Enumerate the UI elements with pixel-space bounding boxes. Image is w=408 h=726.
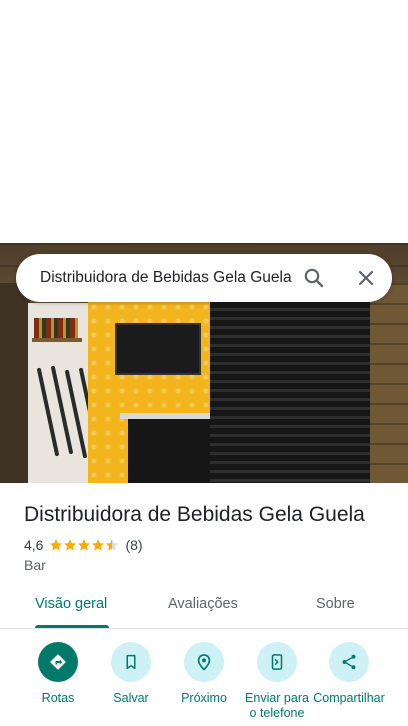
action-bar: Rotas Salvar Próximo Enviar para o telef… [0,640,408,726]
star-icon [78,539,91,551]
review-count[interactable]: (8) [125,537,142,553]
share-icon [342,654,356,670]
screen: Distribuidora de Bebidas Gela Guela Dist… [0,0,408,726]
directions-label: Rotas [41,691,75,705]
directions-icon [50,654,66,670]
nearby-button[interactable]: Próximo [167,640,241,706]
tab-bar: Visão geral Avaliações Sobre [0,582,408,629]
rating-value: 4,6 [24,537,44,553]
tab-about[interactable]: Sobre [316,596,355,612]
place-category: Bar [24,557,46,573]
directions-button[interactable]: Rotas [21,640,95,706]
tab-indicator [35,625,109,628]
rating-stars [49,538,119,552]
place-title: Distribuidora de Bebidas Gela Guela [24,503,365,526]
tab-overview[interactable]: Visão geral [35,596,107,612]
search-bar[interactable]: Distribuidora de Bebidas Gela Guela [16,254,392,302]
search-input[interactable]: Distribuidora de Bebidas Gela Guela [40,268,306,288]
share-label: Compartilhar [313,691,385,705]
star-icon [92,539,105,551]
star-half-icon [106,539,119,551]
share-button[interactable]: Compartilhar [312,640,386,706]
search-icon[interactable] [302,266,326,290]
send-to-phone-icon [271,654,283,670]
map-area[interactable] [0,0,408,243]
save-label: Salvar [113,691,149,705]
nearby-label: Próximo [181,691,227,705]
send-to-phone-button[interactable]: Enviar para o telefone [240,640,314,721]
nearby-icon [197,654,211,671]
send-to-phone-label: Enviar para o telefone [245,691,309,720]
star-icon [64,539,77,551]
rating-row[interactable]: 4,6 (8) [24,536,143,554]
bookmark-icon [126,654,136,670]
star-icon [50,539,63,551]
save-button[interactable]: Salvar [94,640,168,706]
tab-reviews[interactable]: Avaliações [168,596,238,612]
close-icon[interactable] [354,266,378,290]
tv [115,323,201,375]
